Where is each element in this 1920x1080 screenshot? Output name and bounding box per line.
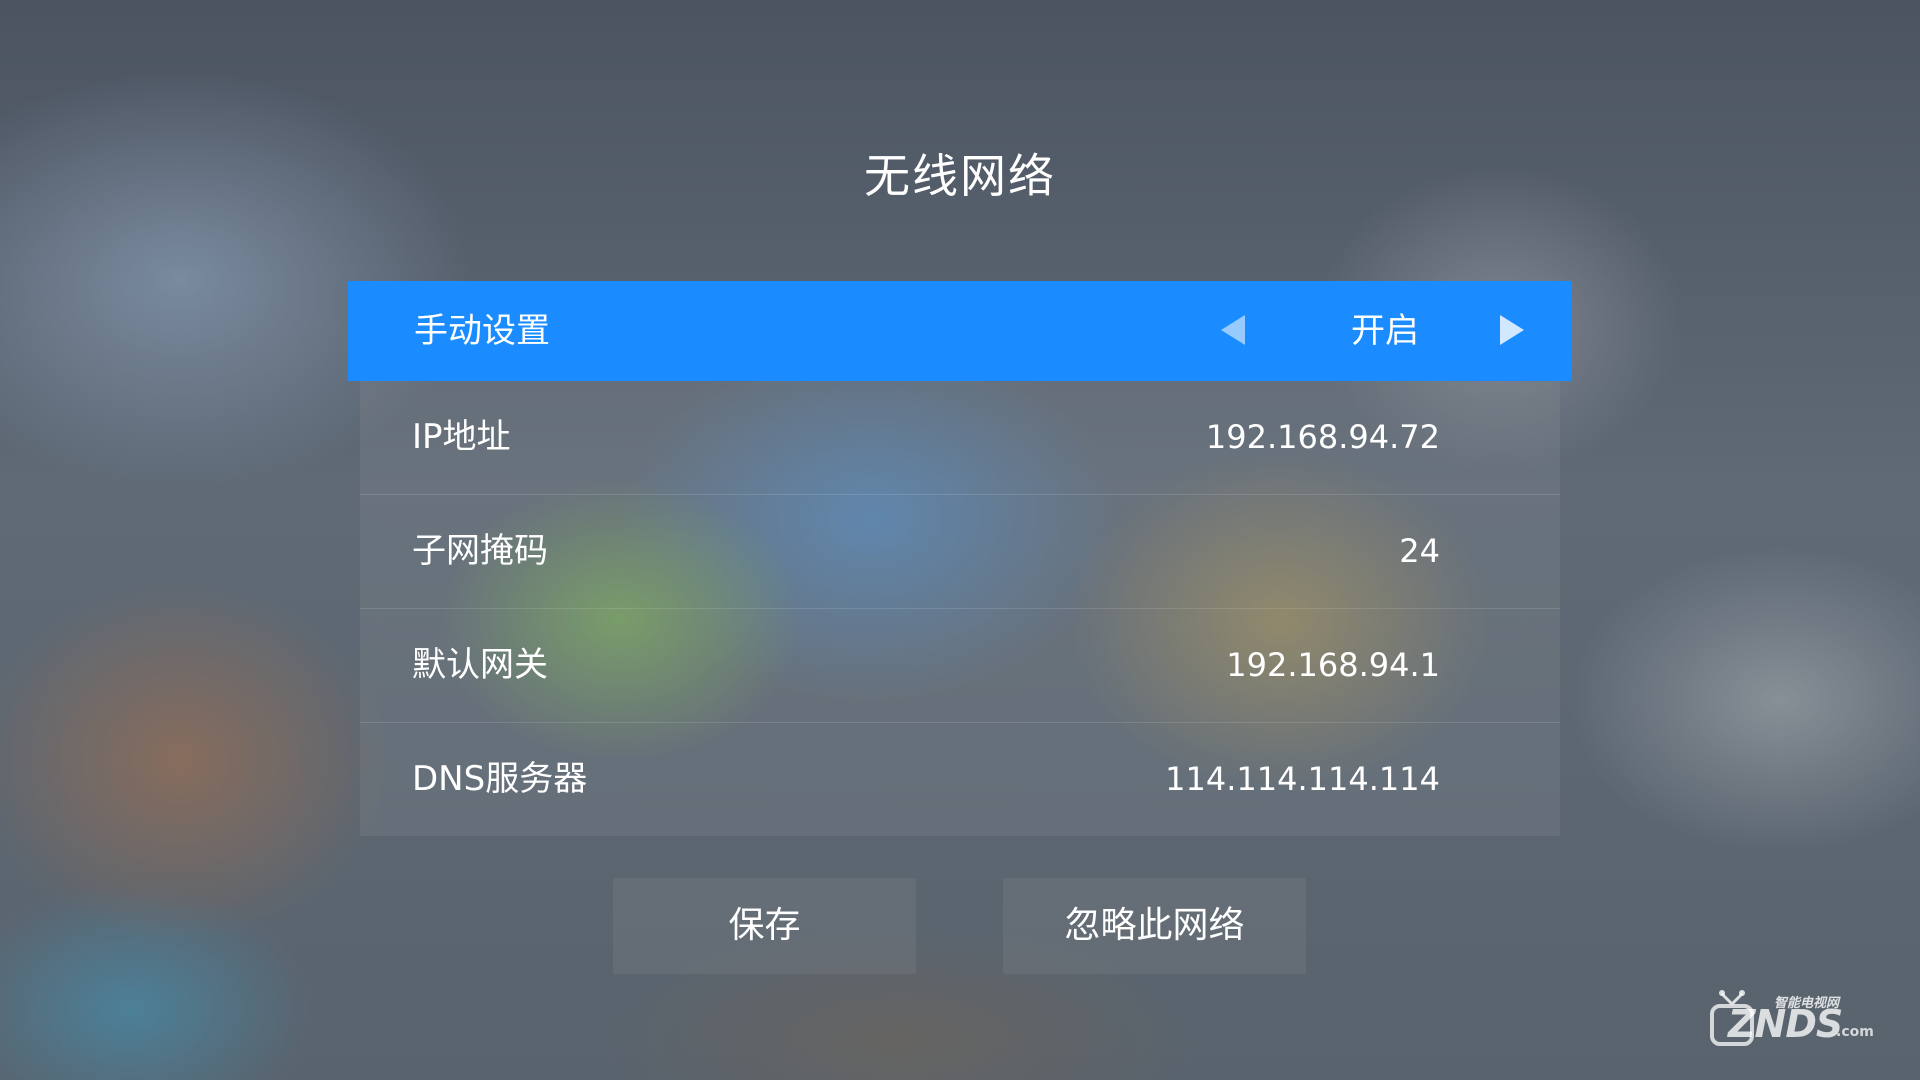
subnet-mask-value: 24 (1399, 532, 1440, 570)
znds-watermark: 智能电视网 ZNDS .com (1708, 982, 1878, 1050)
screen: 无线网络 手动设置 开启 IP地址 192.168.94.72 子网掩码 24 … (0, 0, 1920, 1080)
default-gateway-row[interactable]: 默认网关 192.168.94.1 (360, 608, 1560, 722)
dns-server-row[interactable]: DNS服务器 114.114.114.114 (360, 722, 1560, 836)
manual-setting-value: 开启 (1351, 311, 1419, 351)
page-title: 无线网络 (864, 149, 1056, 203)
arrow-left-icon[interactable] (1221, 315, 1245, 345)
dns-server-label: DNS服务器 (412, 759, 588, 799)
subnet-mask-row[interactable]: 子网掩码 24 (360, 494, 1560, 608)
watermark-brand: ZNDS (1728, 1002, 1843, 1046)
manual-setting-label: 手动设置 (414, 311, 550, 351)
network-fields: IP地址 192.168.94.72 子网掩码 24 默认网关 192.168.… (360, 381, 1560, 836)
watermark-suffix: .com (1836, 1024, 1874, 1040)
ip-address-label: IP地址 (412, 417, 511, 457)
settings-panel: 手动设置 开启 IP地址 192.168.94.72 子网掩码 24 默认网关 … (348, 281, 1572, 836)
manual-setting-row[interactable]: 手动设置 开启 (348, 281, 1572, 381)
default-gateway-label: 默认网关 (412, 645, 548, 685)
arrow-right-icon[interactable] (1500, 315, 1524, 345)
default-gateway-value: 192.168.94.1 (1226, 646, 1440, 684)
dns-server-value: 114.114.114.114 (1165, 760, 1440, 798)
forget-network-button[interactable]: 忽略此网络 (1003, 878, 1306, 974)
ip-address-value: 192.168.94.72 (1205, 418, 1440, 456)
subnet-mask-label: 子网掩码 (412, 531, 548, 571)
save-button[interactable]: 保存 (613, 878, 916, 974)
ip-address-row[interactable]: IP地址 192.168.94.72 (360, 381, 1560, 494)
